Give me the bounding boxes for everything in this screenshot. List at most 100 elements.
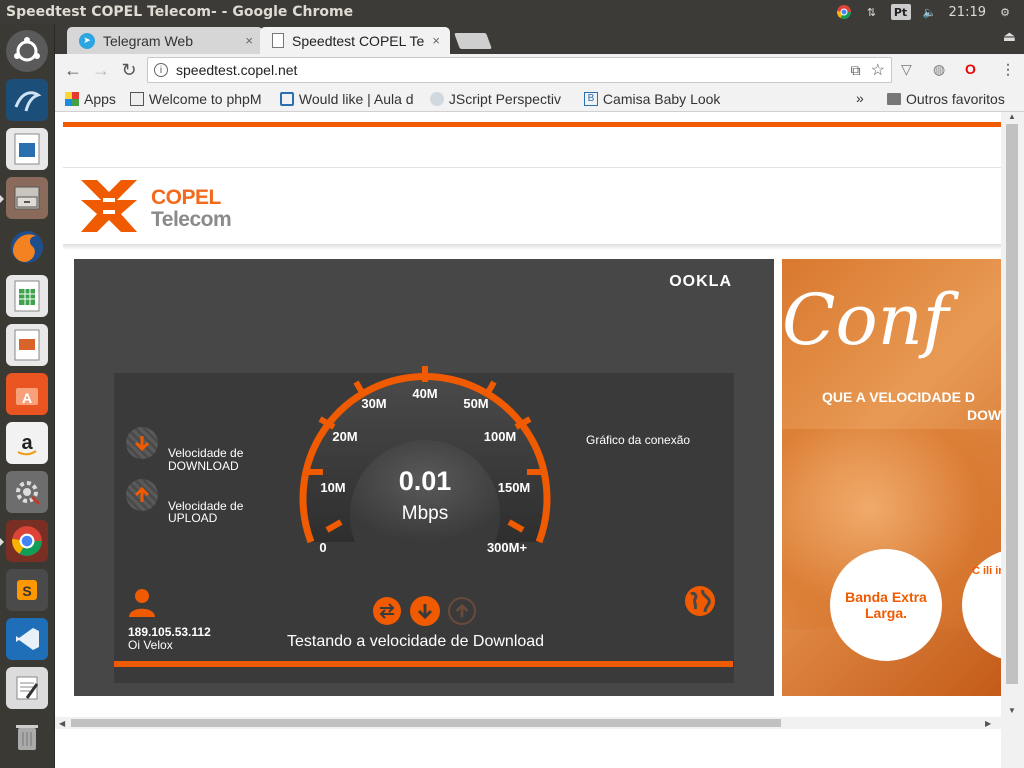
volume-icon[interactable]: 🔈 [921, 4, 939, 20]
keyboard-layout-indicator[interactable]: Pt [890, 4, 911, 20]
address-bar[interactable]: i speedtest.copel.net ⧉ ☆ [147, 57, 892, 83]
svg-text:a: a [21, 432, 33, 454]
libreoffice-impress-icon[interactable] [6, 324, 48, 366]
folder-icon [887, 93, 901, 105]
apps-grid-icon [65, 91, 79, 106]
horizontal-scroll-thumb[interactable] [71, 719, 781, 727]
header-divider [63, 167, 1001, 168]
toolbar: ← → ↻ i speedtest.copel.net ⧉ ☆ ▽ ◍ O ⋮ [55, 54, 1024, 86]
close-tab-icon[interactable]: × [432, 33, 440, 48]
chrome-icon[interactable] [0, 520, 48, 562]
mysql-workbench-icon[interactable] [6, 79, 48, 121]
promo-script-title: Conf [782, 279, 949, 361]
tab-telegram[interactable]: ➤ Telegram Web × [67, 27, 263, 54]
gauge-tick-30m: 30M [361, 396, 386, 411]
copel-logo[interactable]: COPEL Telecom [79, 178, 249, 234]
page-icon [129, 91, 144, 106]
gear-icon[interactable]: ⚙ [996, 4, 1014, 20]
globe-icon[interactable] [683, 584, 717, 618]
indicator-area: ⇅ Pt 🔈 21:19 ⚙ [835, 4, 1024, 20]
telegram-icon: ➤ [79, 32, 95, 49]
firefox-icon[interactable] [6, 226, 48, 268]
vertical-scroll-thumb[interactable] [1006, 124, 1018, 684]
b-icon: B [583, 91, 598, 106]
close-tab-icon[interactable]: × [245, 33, 253, 48]
scroll-left-icon[interactable]: ◀ [59, 719, 65, 728]
gauge-tick-0: 0 [319, 540, 326, 555]
gauge-tick-20m: 20M [332, 429, 357, 444]
logo-line2: Telecom [151, 208, 232, 231]
amazon-icon[interactable]: a [6, 422, 48, 464]
isp-name: Oi Velox [128, 638, 173, 652]
svg-text:A: A [22, 390, 32, 406]
opera-icon[interactable]: O [965, 61, 976, 77]
globe-extension-icon[interactable]: ◍ [933, 61, 945, 78]
speed-value: 0.01 [399, 466, 452, 496]
vscode-icon[interactable] [6, 618, 48, 660]
text-editor-icon[interactable] [6, 667, 48, 709]
bookmark-apps[interactable]: Apps [65, 91, 116, 107]
chrome-indicator-icon[interactable] [835, 4, 853, 20]
software-center-icon[interactable]: A [6, 373, 48, 415]
upload-status-icon [448, 597, 476, 625]
dash-icon[interactable] [6, 30, 48, 72]
more-bookmarks-button[interactable]: » [856, 90, 864, 106]
system-settings-icon[interactable] [6, 471, 48, 513]
scroll-right-icon[interactable]: ▶ [985, 719, 991, 728]
horizontal-scrollbar[interactable]: ◀ ▶ [55, 717, 1001, 729]
connection-graph-label[interactable]: Gráfico da conexão [586, 434, 690, 447]
new-tab-button[interactable] [454, 33, 492, 49]
gauge-tick-10m: 10M [320, 480, 345, 495]
window-title: Speedtest COPEL Telecom- - Google Chrome [6, 4, 354, 20]
cloud-icon [429, 91, 444, 106]
header-shadow [63, 244, 1001, 250]
libreoffice-draw-icon[interactable] [6, 128, 48, 170]
tab-label: Telegram Web [103, 32, 194, 49]
user-menu-icon[interactable]: ⏏ [1003, 28, 1016, 45]
pocket-icon[interactable]: ▽ [901, 61, 912, 78]
gauge-tick-150m: 150M [498, 480, 531, 495]
test-progress-bar [114, 661, 733, 667]
clock[interactable]: 21:19 [949, 5, 986, 20]
menu-icon[interactable]: ⋮ [1001, 61, 1015, 78]
bookmarks-bar: Apps Welcome to phpM Would like | Aula d… [55, 86, 1024, 112]
file-cabinet-icon[interactable] [0, 177, 48, 219]
libreoffice-calc-icon[interactable] [6, 275, 48, 317]
page-viewport: COPEL Telecom OOKLA Velocidade de DOWNLO… [55, 112, 1024, 768]
scroll-up-icon[interactable]: ▲ [1008, 112, 1016, 121]
promo-banner[interactable]: Conf QUE A VELOCIDADE D DOW Banda Extra … [782, 259, 1002, 696]
translate-icon[interactable]: ⧉ [851, 62, 861, 79]
bookmark-jscript[interactable]: JScript Perspectiv [429, 91, 570, 107]
tab-strip: ➤ Telegram Web × Speedtest COPEL Te × ⏏ [55, 24, 1024, 54]
gauge-tick-40m: 40M [412, 386, 437, 401]
reload-button[interactable]: ↻ [117, 58, 141, 82]
other-bookmarks-folder[interactable]: Outros favoritos [887, 91, 1005, 107]
network-icon[interactable]: ⇅ [863, 4, 881, 20]
bookmark-star-icon[interactable]: ☆ [871, 60, 885, 80]
bookmark-aula[interactable]: Would like | Aula d [279, 91, 416, 107]
tab-speedtest[interactable]: Speedtest COPEL Te × [260, 27, 450, 54]
monitor-icon [279, 91, 294, 106]
speedtest-stage: OOKLA Velocidade de DOWNLOAD Velocidade … [74, 259, 774, 696]
gauge-tick-100m: 100M [484, 429, 517, 444]
gauge-tick-50m: 50M [463, 396, 488, 411]
logo-line1: COPEL [151, 186, 221, 209]
vertical-scrollbar[interactable]: ▲ ▼ [1001, 112, 1024, 768]
info-icon[interactable]: i [154, 63, 168, 77]
test-status: Testando a velocidade de Download [287, 633, 545, 650]
trash-icon[interactable] [6, 716, 48, 758]
gauge-tick-300m: 300M+ [487, 540, 528, 555]
scroll-down-icon[interactable]: ▼ [1008, 706, 1016, 715]
download-label-2: DOWNLOAD [168, 459, 239, 473]
tab-label: Speedtest COPEL Te [292, 32, 425, 49]
url-text[interactable]: speedtest.copel.net [176, 62, 851, 78]
promo-headline-2: DOW [967, 407, 1002, 423]
browser-window: ➤ Telegram Web × Speedtest COPEL Te × ⏏ … [55, 24, 1024, 768]
download-status-icon [410, 596, 440, 626]
forward-button[interactable]: → [89, 58, 113, 82]
back-button[interactable]: ← [61, 58, 85, 82]
bookmark-phpmyadmin[interactable]: Welcome to phpM [129, 91, 266, 107]
ookla-logo: OOKLA [669, 273, 732, 290]
bookmark-camisa[interactable]: B Camisa Baby Look [583, 91, 720, 107]
sublime-text-icon[interactable]: S [6, 569, 48, 611]
